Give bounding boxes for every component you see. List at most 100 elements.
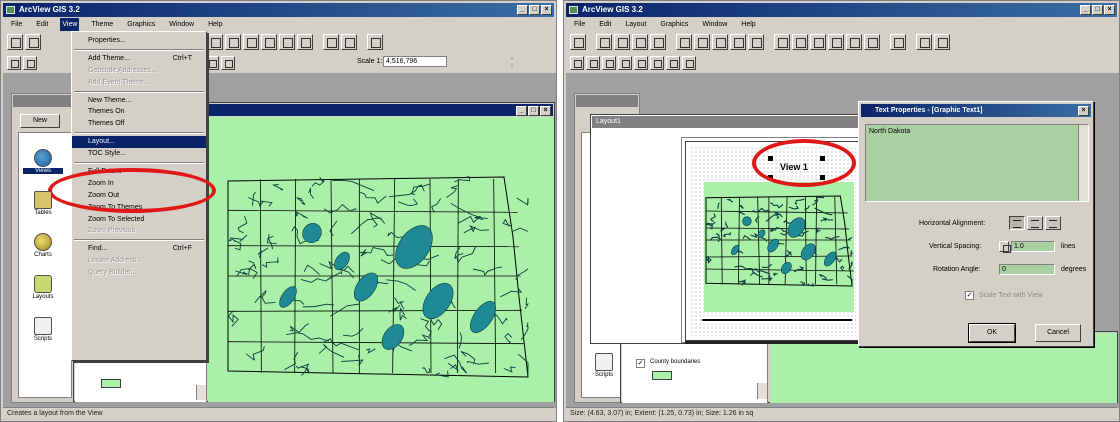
cut-icon[interactable] [632, 34, 648, 50]
menu-help[interactable]: Help [206, 18, 224, 31]
pan-tool-icon[interactable] [634, 55, 648, 70]
menu-layout[interactable]: Layout [623, 18, 648, 31]
zoom-in-tool-icon[interactable] [602, 55, 616, 70]
vertex-tool-icon[interactable] [586, 55, 600, 70]
map-display[interactable] [208, 117, 554, 402]
frame-icon[interactable] [890, 34, 906, 50]
draw-tool-icon[interactable] [682, 55, 696, 70]
close-icon[interactable]: × [541, 5, 552, 15]
minimize-icon[interactable]: _ [517, 5, 528, 15]
text-tool-icon[interactable] [650, 55, 664, 70]
menu-view[interactable]: View [60, 18, 80, 31]
pointer-tool-icon[interactable] [23, 55, 37, 70]
vertical-spacing-input[interactable]: 1.0 [1011, 241, 1055, 252]
copy-icon[interactable] [650, 34, 666, 50]
zoom-full-icon[interactable] [207, 34, 223, 50]
menu-file[interactable]: File [572, 18, 587, 31]
menu-item-zoom-previous[interactable]: Zoom Previous [72, 225, 206, 237]
close-icon[interactable]: × [1104, 5, 1115, 15]
menu-item-geocode-addresses[interactable]: Geocode Addresses... [72, 65, 206, 77]
group-icon[interactable] [712, 34, 728, 50]
view-frame[interactable] [704, 182, 854, 312]
toc-scrollbar[interactable] [757, 383, 767, 399]
menu-item-toc-style[interactable]: TOC Style... [72, 148, 206, 160]
spin-icon[interactable] [999, 241, 1011, 253]
minimize-icon[interactable]: _ [516, 106, 527, 116]
cancel-button[interactable]: Cancel [1035, 324, 1081, 342]
menu-graphics[interactable]: Graphics [125, 18, 157, 31]
delete-icon[interactable] [694, 34, 710, 50]
align-left-button[interactable] [1009, 216, 1025, 230]
project-item-charts[interactable]: Charts [23, 233, 63, 258]
project-item-layouts[interactable]: Layouts [23, 275, 63, 300]
menu-item-locate-address[interactable]: Locate Address... [72, 255, 206, 267]
text-scrollbar[interactable] [1078, 125, 1088, 201]
menu-item-zoom-to-selected[interactable]: Zoom To Selected [72, 214, 206, 226]
zoom-full-icon[interactable] [774, 34, 790, 50]
scale-text-checkbox[interactable]: ✓ [965, 291, 974, 300]
paste-icon[interactable] [676, 34, 692, 50]
toc-scrollbar[interactable] [196, 385, 206, 400]
scale-bar[interactable] [702, 318, 852, 321]
graphic-text-input[interactable]: North Dakota [865, 124, 1089, 202]
zoom-out-icon[interactable] [279, 34, 295, 50]
minimize-icon[interactable]: _ [1080, 5, 1091, 15]
align-right-button[interactable] [1045, 216, 1061, 230]
menu-window[interactable]: Window [700, 18, 729, 31]
menu-graphics[interactable]: Graphics [658, 18, 690, 31]
print-icon[interactable] [596, 34, 612, 50]
help-icon[interactable] [934, 34, 950, 50]
menu-edit[interactable]: Edit [34, 18, 50, 31]
menu-window[interactable]: Window [167, 18, 196, 31]
close-icon[interactable]: × [1078, 106, 1089, 116]
zoom-themes-icon[interactable] [225, 34, 241, 50]
ungroup-icon[interactable] [730, 34, 746, 50]
new-button[interactable]: New [20, 114, 60, 128]
menu-item-add-theme[interactable]: Add Theme... Ctrl+T [72, 53, 206, 65]
zoom-previous-icon[interactable] [297, 34, 313, 50]
help-icon[interactable] [367, 34, 383, 50]
page-setup-icon[interactable] [614, 34, 630, 50]
text-tool-icon[interactable] [205, 55, 219, 70]
maximize-icon[interactable]: □ [529, 5, 540, 15]
menu-edit[interactable]: Edit [597, 18, 613, 31]
project-item-views[interactable]: Views [23, 149, 63, 174]
maximize-icon[interactable]: □ [1092, 5, 1103, 15]
menu-help[interactable]: Help [739, 18, 757, 31]
pointer-tool-icon[interactable] [570, 55, 584, 70]
menu-item-new-theme[interactable]: New Theme... [72, 95, 206, 107]
close-icon[interactable]: × [540, 106, 551, 116]
clear-selection-icon[interactable] [341, 34, 357, 50]
zoom-out-icon[interactable] [846, 34, 862, 50]
menu-item-themes-off[interactable]: Themes Off [72, 118, 206, 130]
identify-tool-icon[interactable] [7, 55, 21, 70]
zoom-previous-icon[interactable] [864, 34, 880, 50]
zoom-actual-icon[interactable] [792, 34, 808, 50]
menu-file[interactable]: File [9, 18, 24, 31]
zoom-selected-icon[interactable] [243, 34, 259, 50]
frame-tool-icon[interactable] [666, 55, 680, 70]
menu-item-properties[interactable]: Properties... [72, 35, 206, 47]
zoom-selected-icon[interactable] [810, 34, 826, 50]
layout-properties-icon[interactable] [916, 34, 932, 50]
menu-theme[interactable]: Theme [89, 18, 115, 31]
align-center-button[interactable] [1027, 216, 1043, 230]
maximize-icon[interactable]: □ [528, 106, 539, 116]
zoom-in-icon[interactable] [261, 34, 277, 50]
scale-input[interactable]: 4,516,796 [383, 56, 447, 67]
zoom-out-tool-icon[interactable] [618, 55, 632, 70]
save-project-icon[interactable] [570, 34, 586, 50]
zoom-in-icon[interactable] [828, 34, 844, 50]
bring-front-icon[interactable] [748, 34, 764, 50]
project-item-scripts[interactable]: Scripts [584, 353, 624, 378]
rotation-angle-input[interactable]: 0 [999, 264, 1055, 275]
ok-button[interactable]: OK [968, 323, 1016, 343]
menu-item-themes-on[interactable]: Themes On [72, 106, 206, 118]
theme-visibility-checkbox[interactable]: ✓ [636, 359, 645, 368]
menu-item-find[interactable]: Find... Ctrl+F [72, 243, 206, 255]
draw-tool-icon[interactable] [221, 55, 235, 70]
menu-item-add-event-theme[interactable]: Add Event Theme... [72, 77, 206, 89]
menu-item-layout[interactable]: Layout... [72, 136, 206, 149]
project-item-scripts[interactable]: Scripts [23, 317, 63, 342]
select-features-icon[interactable] [323, 34, 339, 50]
